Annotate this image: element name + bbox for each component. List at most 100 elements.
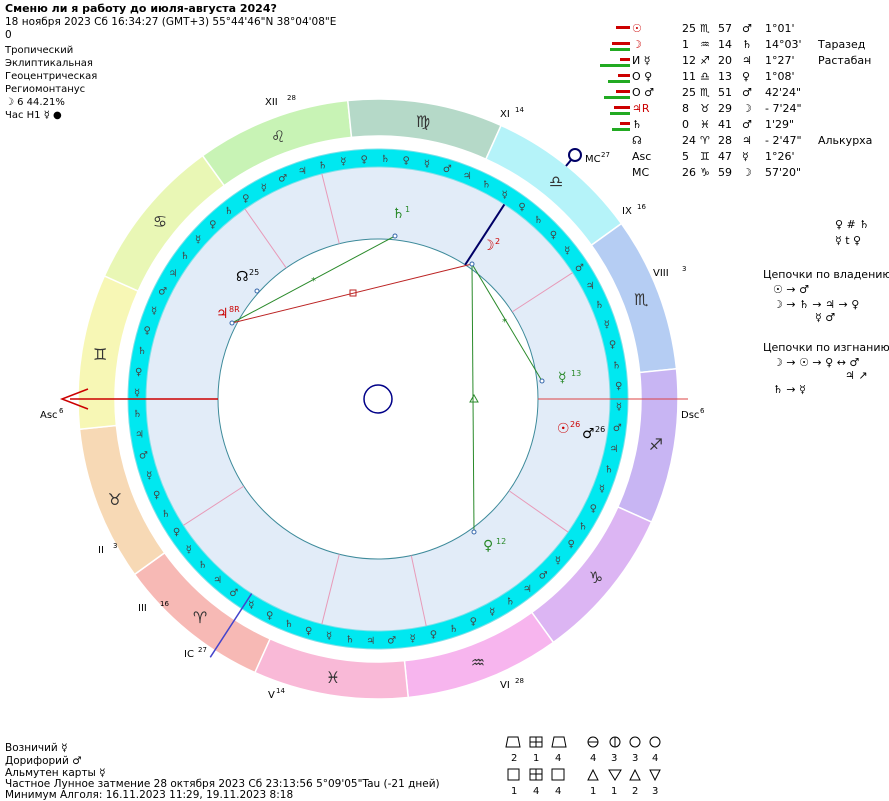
term-glyph: ☿ [502, 190, 508, 201]
dsc-degree: 6 [700, 407, 705, 415]
legend-icon-8 [507, 768, 520, 781]
term-glyph: ☿ [326, 631, 332, 642]
term-glyph: ☿ [599, 484, 605, 495]
house-cusp-label: III [138, 603, 147, 614]
term-glyph: ♄ [579, 522, 588, 533]
term-glyph: ♀ [518, 202, 525, 213]
legend-icon-12 [608, 769, 622, 781]
term-glyph: ♃ [213, 575, 222, 586]
house-cusp-degree: 14 [276, 687, 285, 695]
legend-count: 4 [590, 753, 596, 764]
house-cusp-label: II [98, 545, 104, 556]
legend-count: 2 [511, 753, 517, 764]
term-glyph: ☿ [195, 235, 201, 246]
term-glyph: ♂ [443, 164, 452, 175]
legend-count: 4 [533, 786, 539, 797]
term-glyph: ♀ [305, 626, 312, 637]
algol-info: Минимум Алголя: 16.11.2023 11:29, 19.11.… [5, 789, 294, 801]
legend-count: 1 [511, 786, 517, 797]
legend-count: 1 [611, 786, 617, 797]
term-glyph: ♄ [482, 180, 491, 191]
house-cusp-label: XII [265, 97, 278, 108]
term-glyph: ♀ [568, 539, 575, 550]
term-glyph: ♄ [138, 346, 147, 357]
sign-glyph: ♋ [153, 212, 167, 231]
term-glyph: ☿ [151, 306, 157, 317]
house-cusp-label: IX [622, 206, 632, 217]
term-glyph: ♂ [278, 174, 287, 185]
legend-icon-7 [649, 736, 661, 748]
term-glyph: ♂ [229, 588, 238, 599]
planet-dot [392, 233, 398, 239]
planet-dot [254, 288, 260, 294]
planet-dot [471, 529, 477, 535]
planet-dot [539, 378, 545, 384]
term-glyph: ♃ [298, 166, 307, 177]
planet-dot [469, 261, 475, 267]
term-glyph: ☿ [604, 319, 610, 330]
house-cusp-degree: 16 [637, 203, 646, 211]
term-glyph: ♀ [403, 156, 410, 167]
term-glyph: ♄ [534, 215, 543, 226]
term-glyph: ♀ [430, 630, 437, 641]
sign-glyph: ♉ [108, 490, 122, 509]
house-cusp-degree: 3 [682, 265, 686, 273]
planet-degree: 2 [495, 237, 500, 246]
term-glyph: ☿ [134, 388, 140, 399]
term-glyph: ☿ [410, 633, 416, 644]
term-glyph: ♃ [523, 584, 532, 595]
legend-icon-14 [649, 769, 661, 782]
term-glyph: ☿ [146, 471, 152, 482]
legend-count: 2 [632, 786, 638, 797]
term-glyph: ♀ [135, 367, 142, 378]
term-glyph: ♄ [612, 360, 621, 371]
sign-glyph: ♎ [549, 172, 563, 191]
planet-glyph: ☉ [557, 421, 570, 437]
ic-label: IC [184, 649, 194, 660]
term-glyph: ☿ [489, 607, 495, 618]
term-glyph: ♂ [158, 287, 167, 298]
term-glyph: ♀ [242, 194, 249, 205]
term-glyph: ♂ [613, 423, 622, 434]
planet-glyph: ☿ [558, 370, 567, 386]
house-cusp-degree: 16 [160, 600, 169, 608]
planet-glyph: ♄ [392, 206, 405, 222]
term-glyph: ♃ [609, 444, 618, 455]
term-glyph: ♀ [470, 616, 477, 627]
asc-degree: 6 [59, 407, 64, 415]
term-glyph: ☿ [248, 600, 254, 611]
planet-glyph: ♀ [483, 538, 493, 554]
planet-dot [229, 320, 235, 326]
legend-count: 4 [652, 753, 658, 764]
house-cusp-label: VIII [653, 268, 669, 279]
sign-glyph: ♓ [326, 668, 340, 687]
sign-glyph: ♏ [634, 290, 648, 309]
legend-icon-11 [587, 768, 599, 781]
term-glyph: ♀ [153, 490, 160, 501]
planet-glyph: ♃ [216, 306, 229, 322]
term-glyph: ♃ [586, 281, 595, 292]
sign-glyph: ♑ [589, 568, 603, 587]
term-glyph: ♄ [449, 624, 458, 635]
mc-marker-circle [568, 148, 582, 162]
planet-glyph: ☊ [236, 269, 248, 285]
ic-degree: 27 [198, 646, 207, 654]
legend-count: 1 [590, 786, 596, 797]
term-glyph: ☿ [186, 544, 192, 555]
term-glyph: ☿ [340, 157, 346, 168]
sign-glyph: ♌ [271, 127, 285, 146]
term-glyph: ♂ [387, 636, 396, 647]
term-glyph: ♂ [539, 570, 548, 581]
term-glyph: ♄ [381, 154, 390, 165]
planet-glyph: ☽ [482, 238, 495, 254]
term-glyph: ♄ [604, 464, 613, 475]
term-glyph: ♀ [266, 610, 273, 621]
term-glyph: ♄ [161, 509, 170, 520]
term-glyph: ♄ [224, 206, 233, 217]
planet-degree: 26 [570, 420, 580, 429]
legend-icon-1 [505, 736, 521, 748]
term-glyph: ♃ [169, 268, 178, 279]
term-glyph: ☿ [424, 159, 430, 170]
term-glyph: ♃ [463, 171, 472, 182]
term-glyph: ♀ [173, 527, 180, 538]
